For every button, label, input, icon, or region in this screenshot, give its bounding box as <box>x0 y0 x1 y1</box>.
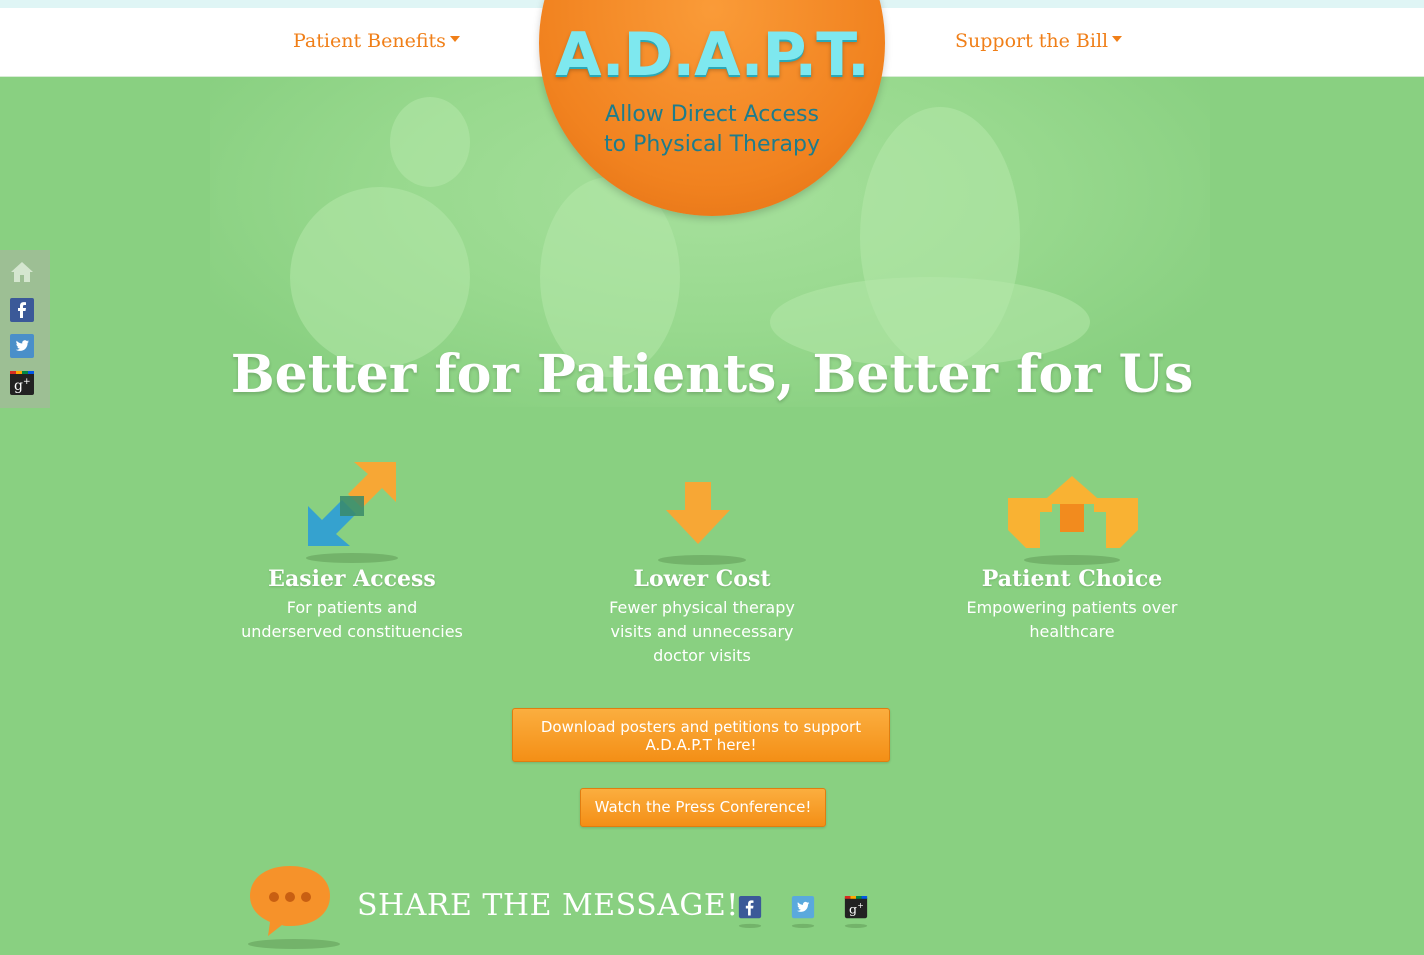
svg-text:+: + <box>23 377 31 387</box>
feature-title: Easier Access <box>268 566 436 592</box>
twitter-icon[interactable] <box>787 896 819 928</box>
feature-description: For patients and underserved constituenc… <box>212 596 492 644</box>
logo-title: A.D.A.P.T. <box>555 20 870 90</box>
nav-patient-benefits-label: Patient Benefits <box>293 30 446 52</box>
feature-patient-choice: Patient Choice Empowering patients over … <box>932 566 1212 644</box>
hero-headline: Better for Patients, Better for Us <box>230 344 1194 405</box>
feature-easier-access: Easier Access For patients and underserv… <box>212 566 492 644</box>
patient-choice-arrows-icon <box>1008 476 1138 565</box>
feature-description-line: underserved constituencies <box>241 622 463 641</box>
caret-down-icon <box>449 36 460 42</box>
caret-down-icon <box>1112 36 1123 42</box>
feature-title: Patient Choice <box>981 566 1163 592</box>
share-the-message-title: SHARE THE MESSAGE! <box>357 888 739 923</box>
feature-description-line: Empowering patients over <box>966 598 1178 617</box>
hero-figure-man <box>290 187 470 367</box>
logo-subtitle: Allow Direct Access to Physical Therapy <box>539 100 885 160</box>
logo-subtitle-line2: to Physical Therapy <box>604 132 820 157</box>
svg-text:+: + <box>857 901 863 910</box>
logo-subtitle-line1: Allow Direct Access <box>605 102 819 127</box>
speech-bubble-icon <box>248 866 340 949</box>
google-plus-icon[interactable]: g + <box>10 371 34 395</box>
google-plus-icon[interactable]: g + <box>840 896 872 928</box>
download-posters-label-line1: Download posters and petitions to suppor… <box>540 718 862 736</box>
feature-description-line: For patients and <box>286 598 418 617</box>
easier-access-arrows-icon <box>306 462 398 563</box>
nav-support-the-bill-label: Support the Bill <box>955 30 1109 52</box>
feature-description: Fewer physical therapy visits and unnece… <box>562 596 842 668</box>
watch-press-conference-label: Watch the Press Conference! <box>594 798 812 816</box>
hero-dumbbell <box>390 97 470 187</box>
feature-description-line: Fewer physical therapy <box>609 598 795 617</box>
twitter-icon[interactable] <box>10 334 34 358</box>
feature-description: Empowering patients over healthcare <box>932 596 1212 644</box>
side-social-bar: g + <box>0 250 50 408</box>
feature-description-line: doctor visits <box>653 646 751 665</box>
svg-text:g: g <box>849 901 857 916</box>
download-posters-button[interactable]: Download posters and petitions to suppor… <box>512 708 890 762</box>
lower-cost-arrow-icon <box>658 482 746 565</box>
nav-support-the-bill[interactable]: Support the Bill <box>955 30 1123 52</box>
nav-patient-benefits[interactable]: Patient Benefits <box>293 30 460 52</box>
download-posters-label-line2: A.D.A.P.T here! <box>645 736 757 754</box>
home-icon[interactable] <box>10 260 34 284</box>
feature-title: Lower Cost <box>633 566 771 592</box>
facebook-icon[interactable] <box>734 896 766 928</box>
svg-text:g: g <box>14 378 23 394</box>
feature-description-line: visits and unnecessary <box>610 622 794 641</box>
feature-description-line: healthcare <box>1029 622 1115 641</box>
watch-press-conference-button[interactable]: Watch the Press Conference! <box>580 788 826 827</box>
facebook-icon[interactable] <box>10 298 34 322</box>
feature-lower-cost: Lower Cost Fewer physical therapy visits… <box>562 566 842 668</box>
